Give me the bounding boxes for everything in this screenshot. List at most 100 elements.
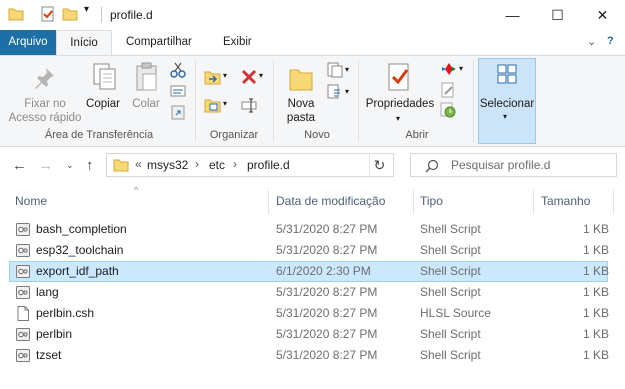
tab-arquivo[interactable]: Arquivo: [0, 30, 56, 55]
properties-dropdown-icon[interactable]: ▾: [396, 114, 400, 123]
tab-exibir[interactable]: Exibir: [215, 30, 260, 55]
file-row[interactable]: perlbin.csh 5/31/2020 8:27 PM HLSL Sourc…: [9, 303, 609, 324]
quick-access-dropdown-icon[interactable]: ▾: [84, 4, 89, 15]
folder-icon: [8, 8, 24, 21]
breadcrumb-overflow-icon[interactable]: «: [135, 157, 142, 171]
open-icon[interactable]: [440, 62, 458, 76]
move-to-dropdown-icon[interactable]: ▾: [223, 71, 227, 80]
breadcrumb-separator-icon[interactable]: ›: [195, 157, 199, 171]
column-header-modified[interactable]: Data de modificação: [276, 194, 385, 208]
copy-to-dropdown-icon[interactable]: ▾: [223, 99, 227, 108]
file-row[interactable]: perlbin 5/31/2020 8:27 PM Shell Script 1…: [9, 324, 609, 345]
expand-ribbon-icon[interactable]: ⌄: [587, 35, 596, 48]
file-name: tzset: [36, 348, 62, 362]
copy-button[interactable]: Copiar: [84, 97, 122, 111]
new-item-dropdown-icon[interactable]: ▾: [345, 65, 349, 74]
select-grid-icon: [497, 64, 517, 84]
file-row[interactable]: bash_completion 5/31/2020 8:27 PM Shell …: [9, 219, 610, 240]
file-row[interactable]: esp32_toolchain 5/31/2020 8:27 PM Shell …: [9, 240, 609, 261]
properties-quick-access-icon[interactable]: [40, 6, 56, 22]
file-name: perlbin.csh: [36, 306, 95, 320]
move-to-icon[interactable]: [204, 68, 222, 86]
easy-access-icon[interactable]: [326, 84, 344, 100]
tab-inicio[interactable]: Início: [56, 30, 112, 56]
history-icon[interactable]: [440, 102, 456, 118]
window-title: profile.d: [110, 8, 153, 22]
paste-button[interactable]: Colar: [128, 97, 164, 111]
search-box[interactable]: Pesquisar profile.d: [410, 153, 617, 177]
edit-icon[interactable]: [440, 82, 456, 98]
close-button[interactable]: ✕: [580, 0, 625, 30]
folder-icon: [113, 159, 129, 172]
breadcrumb-msys32[interactable]: msys32: [147, 158, 188, 172]
group-divider: [358, 60, 359, 142]
sort-ascending-icon: ^: [134, 185, 139, 195]
back-arrow-icon[interactable]: ←: [12, 157, 27, 174]
new-folder-label-line1: Nova: [287, 98, 315, 110]
pin-quick-access-button[interactable]: Fixar no Acesso rápido: [4, 97, 86, 125]
breadcrumb-separator-icon[interactable]: ›: [233, 157, 237, 171]
help-icon[interactable]: ?: [607, 35, 614, 47]
open-dropdown-icon[interactable]: ▾: [459, 64, 463, 73]
file-row-selected[interactable]: export_idf_path 6/1/2020 2:30 PM Shell S…: [9, 261, 609, 282]
breadcrumb-profile-d[interactable]: profile.d: [247, 158, 290, 172]
file-type: HLSL Source: [420, 306, 491, 320]
clipboard-group-label: Área de Transferência: [44, 129, 154, 141]
column-divider[interactable]: [613, 190, 614, 214]
column-header-type[interactable]: Tipo: [420, 194, 443, 208]
file-name: perlbin: [36, 327, 73, 341]
new-folder-button[interactable]: Nova pasta: [280, 97, 322, 125]
refresh-icon[interactable]: ↻: [369, 154, 389, 176]
new-folder-quick-access-icon[interactable]: [62, 6, 78, 22]
tab-compartilhar[interactable]: Compartilhar: [118, 30, 200, 55]
column-headers: ^ Nome Data de modificação Tipo Tamanho: [0, 185, 625, 214]
file-name: esp32_toolchain: [36, 243, 124, 257]
properties-icon: [388, 63, 409, 91]
file-size: 1 KB: [583, 348, 610, 362]
file-row[interactable]: tzset 5/31/2020 8:27 PM Shell Script 1 K…: [9, 345, 610, 366]
group-divider: [195, 60, 196, 142]
shell-script-icon: [16, 265, 30, 278]
new-item-icon[interactable]: [326, 62, 344, 78]
column-divider[interactable]: [268, 190, 269, 214]
group-divider: [473, 60, 474, 142]
copy-to-icon[interactable]: [204, 96, 222, 114]
breadcrumb-etc[interactable]: etc: [209, 158, 225, 172]
new-folder-label-line2: pasta: [286, 112, 316, 124]
up-arrow-icon[interactable]: ↑: [86, 157, 94, 174]
file-type: Shell Script: [420, 285, 481, 299]
forward-arrow-icon[interactable]: →: [38, 157, 53, 174]
column-divider[interactable]: [413, 190, 414, 214]
ribbon-panel: Fixar no Acesso rápido Copiar Colar Área…: [0, 55, 625, 147]
open-group-label: Abrir: [405, 129, 429, 141]
cut-icon[interactable]: [170, 62, 186, 78]
file-modified: 5/31/2020 8:27 PM: [276, 243, 378, 257]
file-modified: 5/31/2020 8:27 PM: [276, 348, 378, 362]
column-header-name[interactable]: Nome: [15, 194, 47, 208]
file-modified: 5/31/2020 8:27 PM: [276, 306, 378, 320]
paste-shortcut-icon[interactable]: [170, 104, 186, 120]
column-divider[interactable]: [533, 190, 534, 214]
address-bar[interactable]: « msys32 › etc › profile.d ⌄ ↻: [106, 153, 459, 177]
new-folder-icon: [289, 69, 313, 91]
rename-icon[interactable]: [240, 96, 258, 114]
select-dropdown-icon[interactable]: ▾: [503, 112, 507, 121]
properties-button[interactable]: Propriedades: [364, 97, 436, 111]
delete-dropdown-icon[interactable]: ▾: [259, 71, 263, 80]
paste-icon: [136, 62, 157, 91]
file-modified: 6/1/2020 2:30 PM: [276, 264, 371, 278]
search-placeholder: Pesquisar profile.d: [451, 158, 551, 172]
delete-icon[interactable]: [240, 68, 258, 86]
ribbon-tabs: Arquivo Início Compartilhar Exibir ⌄ ?: [0, 30, 625, 56]
file-name: export_idf_path: [36, 264, 119, 278]
recent-locations-chevron-icon[interactable]: ⌄: [66, 160, 74, 171]
title-bar: ▾ profile.d — ☐ ✕: [0, 0, 625, 30]
easy-access-dropdown-icon[interactable]: ▾: [345, 87, 349, 96]
column-header-size[interactable]: Tamanho: [541, 194, 590, 208]
copy-path-icon[interactable]: [170, 84, 186, 98]
minimize-button[interactable]: —: [490, 0, 535, 30]
maximize-button[interactable]: ☐: [535, 0, 580, 30]
file-row[interactable]: lang 5/31/2020 8:27 PM Shell Script 1 KB: [9, 282, 609, 303]
file-size: 1 KB: [583, 222, 610, 236]
vertical-scrollbar[interactable]: [609, 214, 625, 389]
